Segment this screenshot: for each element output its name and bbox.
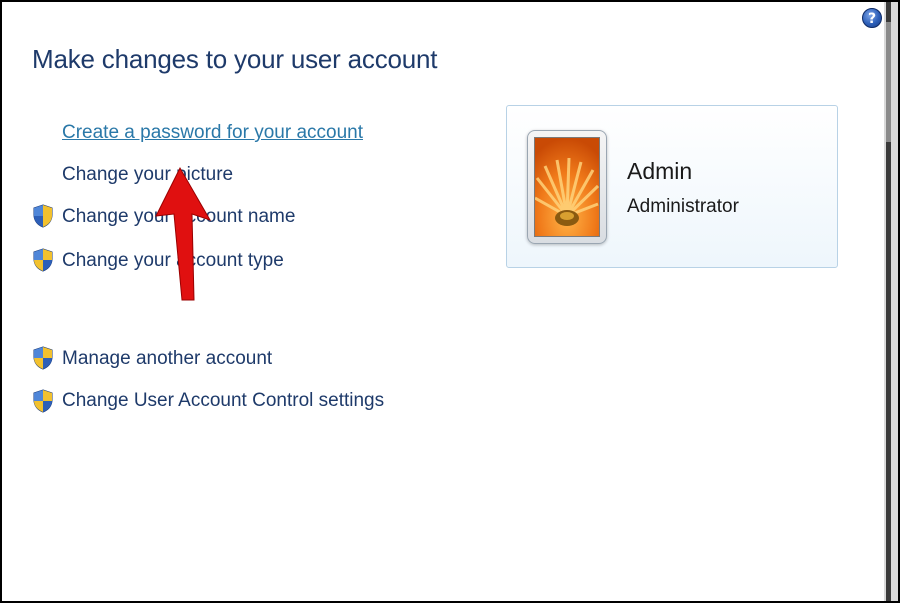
page-title: Make changes to your user account [32,44,438,74]
manage-another-account-link[interactable]: Manage another account [62,348,272,370]
create-password-link[interactable]: Create a password for your account [62,122,363,144]
uac-shield-icon [33,346,53,370]
help-icon[interactable]: ? [862,8,882,28]
scrollbar-thumb[interactable] [886,22,891,142]
uac-shield-icon [33,389,53,413]
uac-shield-icon [33,248,53,272]
user-name: Admin [627,158,693,184]
user-account-card: Admin Administrator [506,105,838,268]
uac-shield-icon [33,204,53,228]
control-panel-window: Make changes to your user account Create… [2,2,898,601]
red-arrow-annotation [155,166,212,301]
change-uac-settings-link[interactable]: Change User Account Control settings [62,390,384,412]
user-role: Administrator [627,196,739,217]
flower-picture-icon [534,137,600,237]
avatar[interactable] [527,130,607,244]
content-area: Make changes to your user account Create… [2,2,880,601]
